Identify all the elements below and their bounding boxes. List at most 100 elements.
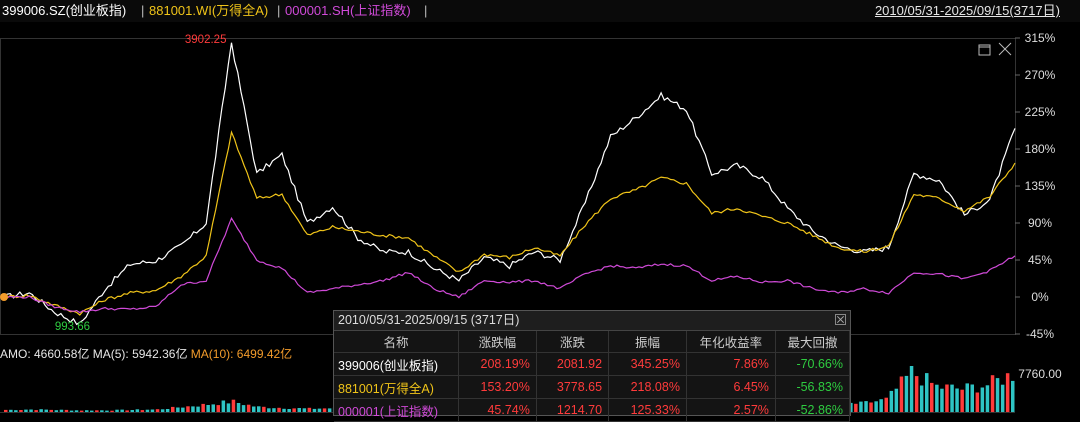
- y-axis: 315% 270% 225% 180% 135% 90% 45% 0% -45%: [1015, 31, 1056, 341]
- volume-bar: [302, 408, 307, 412]
- volume-bar: [904, 375, 909, 412]
- volume-bar: [940, 388, 944, 412]
- restore-icon[interactable]: [978, 42, 992, 56]
- y-tick-label: 135%: [1025, 179, 1056, 193]
- volume-bar: [135, 409, 140, 412]
- volume-bar: [252, 406, 256, 412]
- volume-bar: [995, 378, 1000, 412]
- volume-bar: [935, 384, 939, 412]
- cell-change: 1214.70: [536, 398, 610, 422]
- volume-bar: [307, 407, 312, 412]
- volume-bar: [125, 410, 129, 412]
- y-tick-label: 315%: [1025, 31, 1056, 45]
- y-tick-label: 45%: [1028, 253, 1052, 267]
- volume-bar: [90, 410, 94, 412]
- volume-bar: [150, 409, 155, 412]
- stats-close-icon[interactable]: [835, 314, 846, 325]
- volume-bar: [160, 409, 165, 412]
- volume-bar: [29, 409, 33, 412]
- volume-axis-label: 7760.00: [1018, 367, 1062, 381]
- volume-bar: [262, 406, 266, 412]
- volume-bar: [34, 410, 38, 412]
- volume-bar: [1005, 373, 1010, 412]
- volume-bar: [155, 409, 160, 412]
- volume-bar: [201, 403, 205, 412]
- cell-annual-return: 6.45%: [686, 375, 776, 399]
- stats-panel: 2010/05/31-2025/09/15 (3717日) 名称 涨跌幅 涨跌 …: [333, 310, 851, 422]
- cell-annual-return: 2.57%: [686, 398, 776, 422]
- y-tick-label: 225%: [1025, 105, 1056, 119]
- col-header: 涨跌: [536, 331, 610, 353]
- volume-bar: [899, 376, 904, 412]
- cell-annual-return: 7.86%: [686, 352, 776, 376]
- volume-bar: [59, 409, 64, 412]
- cell-change-pct: 153.20%: [458, 375, 537, 399]
- y-tick-label: 270%: [1025, 68, 1056, 82]
- volume-bar: [980, 387, 985, 412]
- volume-bar: [186, 406, 190, 412]
- ma10-value: MA(10): 6499.42亿: [190, 347, 293, 361]
- volume-bar: [14, 410, 18, 412]
- cell-max-drawdown: -52.86%: [775, 398, 851, 422]
- cell-change: 2081.92: [536, 352, 610, 376]
- volume-bar: [165, 409, 170, 412]
- volume-bar: [196, 406, 200, 412]
- close-icon[interactable]: [998, 42, 1012, 56]
- ma5-value: MA(5): 5942.36亿: [92, 347, 188, 361]
- volume-bar: [889, 390, 894, 412]
- volume-bar: [171, 406, 175, 412]
- volume-bar: [140, 410, 145, 412]
- volume-bar: [9, 409, 13, 412]
- start-marker: [0, 293, 8, 301]
- volume-bar: [884, 397, 888, 412]
- table-row[interactable]: 000001(上证指数) 45.74% 1214.70 125.33% 2.57…: [334, 398, 851, 422]
- volume-bar: [115, 409, 119, 412]
- cell-amplitude: 345.25%: [608, 352, 687, 376]
- volume-bar: [292, 408, 296, 412]
- volume-bar: [975, 392, 980, 412]
- volume-bar: [24, 409, 28, 412]
- annotation-low: 993.66: [55, 321, 90, 333]
- volume-bar: [930, 382, 934, 412]
- volume-bar: [864, 401, 868, 412]
- volume-bar: [216, 405, 220, 412]
- volume-bar: [925, 373, 929, 412]
- volume-bar: [970, 384, 974, 412]
- series-line-0: [3, 42, 1016, 326]
- y-tick-label: 0%: [1031, 290, 1049, 304]
- volume-bar: [54, 410, 59, 412]
- table-row[interactable]: 399006(创业板指) 208.19% 2081.92 345.25% 7.8…: [334, 352, 851, 376]
- annotations: 3902.25 993.66: [55, 34, 227, 333]
- volume-bar: [120, 409, 124, 412]
- amo-value: AMO: 4660.58亿: [0, 347, 90, 361]
- col-header: 名称: [334, 331, 459, 353]
- volume-bar: [272, 408, 276, 412]
- volume-bar: [990, 375, 995, 412]
- volume-bar: [49, 409, 53, 412]
- cell-name: 399006(创业板指): [334, 352, 459, 376]
- volume-bar: [95, 410, 99, 412]
- volume-bar: [39, 409, 43, 412]
- volume-bar: [19, 410, 23, 412]
- series-line-2: [3, 216, 1016, 314]
- table-row[interactable]: 881001(万得全A) 153.20% 3778.65 218.08% 6.4…: [334, 375, 851, 399]
- col-header: 最大回撤: [775, 331, 851, 353]
- volume-bar: [226, 403, 231, 412]
- volume-bar: [965, 383, 969, 412]
- stats-title: 2010/05/31-2025/09/15 (3717日): [334, 311, 850, 331]
- volume-bar: [869, 402, 873, 412]
- volume-bar: [257, 406, 261, 412]
- volume-bar: [85, 410, 89, 412]
- volume-bar: [950, 384, 954, 412]
- volume-bar: [312, 408, 317, 412]
- y-tick-label: -45%: [1026, 327, 1054, 341]
- volume-bar: [955, 388, 959, 412]
- volume-bar: [69, 410, 74, 412]
- volume-bar: [206, 405, 210, 412]
- volume-bar: [4, 409, 8, 412]
- volume-bar: [64, 409, 69, 412]
- volume-bar: [191, 406, 195, 412]
- volume-bar: [317, 408, 322, 412]
- volume-bar: [231, 399, 236, 412]
- volume-bar: [211, 404, 215, 412]
